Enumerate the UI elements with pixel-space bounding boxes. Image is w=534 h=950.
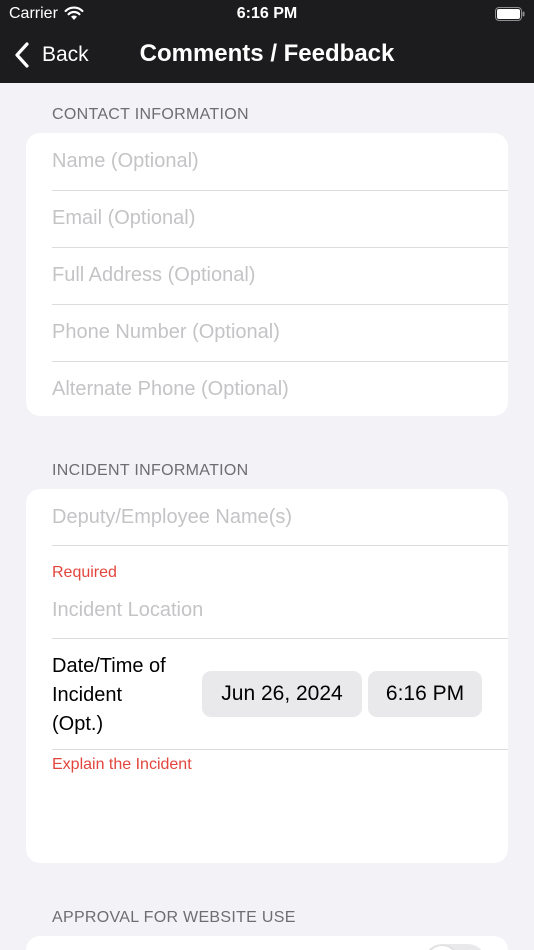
datetime-label-line: Date/Time of <box>52 655 166 677</box>
email-field[interactable] <box>52 190 492 247</box>
alternate-phone-row <box>26 361 508 418</box>
approval-section-header: APPROVAL FOR WEBSITE USE <box>52 909 296 926</box>
page-title: Comments / Feedback <box>139 40 395 67</box>
divider <box>52 545 508 546</box>
required-label: Required <box>52 564 117 581</box>
location-row <box>26 582 508 639</box>
contact-section-header: CONTACT INFORMATION <box>52 106 249 123</box>
approval-card <box>26 936 508 950</box>
explain-incident-label: Explain the Incident <box>52 756 192 773</box>
employee-name-field[interactable] <box>52 489 492 546</box>
top-bar: Carrier 6:16 PM Back Comments / Feedback <box>0 0 534 83</box>
explain-incident-textarea[interactable] <box>52 776 492 861</box>
incident-section-header: INCIDENT INFORMATION <box>52 462 249 479</box>
approval-toggle[interactable] <box>424 944 486 950</box>
employee-row <box>26 489 508 546</box>
address-row <box>26 247 508 304</box>
name-row <box>26 133 508 190</box>
date-picker-button[interactable]: Jun 26, 2024 <box>202 671 362 717</box>
navigation-bar: Back Comments / Feedback <box>0 30 534 80</box>
alternate-phone-field[interactable] <box>52 361 492 418</box>
phone-row <box>26 304 508 361</box>
datetime-label-line: (Opt.) <box>52 713 104 735</box>
address-field[interactable] <box>52 247 492 304</box>
email-row <box>26 190 508 247</box>
status-bar: Carrier 6:16 PM <box>0 0 534 28</box>
name-field[interactable] <box>52 133 492 190</box>
battery-icon <box>495 7 525 21</box>
divider <box>52 749 508 750</box>
divider <box>52 638 508 639</box>
status-time: 6:16 PM <box>236 5 298 22</box>
incident-card: Required Date/Time of Incident (Opt.) Ju… <box>26 489 508 863</box>
incident-location-field[interactable] <box>52 582 492 639</box>
toggle-knob <box>426 946 458 950</box>
contact-card <box>26 133 508 418</box>
datetime-label: Date/Time of Incident (Opt.) <box>52 652 202 739</box>
time-picker-button[interactable]: 6:16 PM <box>368 671 482 717</box>
phone-field[interactable] <box>52 304 492 361</box>
datetime-label-line: Incident <box>52 684 123 706</box>
